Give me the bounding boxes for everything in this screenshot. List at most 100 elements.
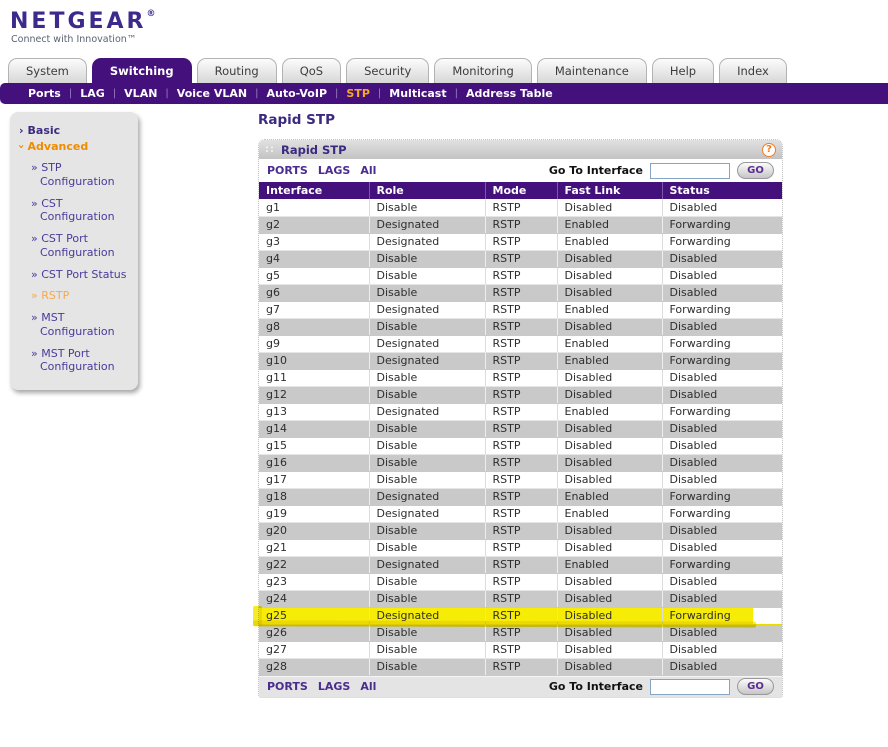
subnav-separator-icon: | <box>112 88 117 99</box>
sidebar-section-basic[interactable]: › Basic <box>19 124 134 137</box>
subnav-item-multicast[interactable]: Multicast <box>389 87 446 100</box>
tab-index[interactable]: Index <box>719 58 787 83</box>
cell-role: Designated <box>369 556 486 574</box>
sidebar-item-mst-port-configuration[interactable]: » MST Port Configuration <box>31 347 134 375</box>
cell-mode: RSTP <box>485 216 558 234</box>
subnav-item-ports[interactable]: Ports <box>28 87 61 100</box>
subnav-item-voice-vlan[interactable]: Voice VLAN <box>177 87 247 100</box>
logo-text: NETGEAR <box>10 9 147 34</box>
table-row: g21 Disable RSTP Disabled Disabled <box>259 539 782 557</box>
table-row: g3 Designated RSTP Enabled Forwarding <box>259 233 782 251</box>
cell-mode: RSTP <box>485 352 558 370</box>
link-ports[interactable]: PORTS <box>267 680 308 693</box>
cell-role: Disable <box>369 420 486 438</box>
cell-interface: g10 <box>259 352 370 370</box>
cell-role: Disable <box>369 573 486 591</box>
tab-system[interactable]: System <box>8 58 87 83</box>
cell-role: Designated <box>369 403 486 421</box>
cell-role: Disable <box>369 624 486 642</box>
sidebar-item-rstp[interactable]: » RSTP <box>31 289 134 303</box>
cell-interface: g20 <box>259 522 370 540</box>
cell-fast-link: Disabled <box>557 539 663 557</box>
grip-icon: :: <box>265 144 275 155</box>
goto-interface-input[interactable] <box>650 678 730 695</box>
column-header-status: Status <box>662 182 782 199</box>
goto-interface-group: Go To Interface GO <box>549 678 774 695</box>
panel-header: :: Rapid STP ? <box>259 140 782 159</box>
cell-mode: RSTP <box>485 624 558 642</box>
cell-fast-link: Disabled <box>557 437 663 455</box>
table-row: g6 Disable RSTP Disabled Disabled <box>259 284 782 302</box>
cell-mode: RSTP <box>485 233 558 251</box>
cell-status: Disabled <box>662 420 782 438</box>
cell-role: Designated <box>369 352 486 370</box>
cell-interface: g16 <box>259 454 370 472</box>
cell-fast-link: Disabled <box>557 658 663 676</box>
column-header-fast-link: Fast Link <box>557 182 663 199</box>
cell-fast-link: Enabled <box>557 352 663 370</box>
table-row: g10 Designated RSTP Enabled Forwarding <box>259 352 782 370</box>
cell-interface: g2 <box>259 216 370 234</box>
table-row: g17 Disable RSTP Disabled Disabled <box>259 471 782 489</box>
cell-interface: g6 <box>259 284 370 302</box>
tab-switching[interactable]: Switching <box>91 58 192 83</box>
cell-mode: RSTP <box>485 658 558 676</box>
link-lags[interactable]: LAGS <box>318 680 350 693</box>
subnav-item-vlan[interactable]: VLAN <box>124 87 157 100</box>
go-button[interactable]: GO <box>737 678 774 695</box>
cell-fast-link: Disabled <box>557 573 663 591</box>
cell-fast-link: Enabled <box>557 301 663 319</box>
sidebar-section-advanced[interactable]: ›Advanced <box>15 140 134 153</box>
sidebar-item-cst-configuration[interactable]: » CST Configuration <box>31 197 134 225</box>
help-icon[interactable]: ? <box>762 142 776 157</box>
goto-interface-label: Go To Interface <box>548 680 643 693</box>
cell-fast-link: Disabled <box>557 386 663 404</box>
table-row: g18 Designated RSTP Enabled Forwarding <box>259 488 782 506</box>
link-all[interactable]: All <box>360 680 376 693</box>
cell-status: Forwarding <box>662 505 782 523</box>
cell-mode: RSTP <box>485 522 558 540</box>
goto-interface-input[interactable] <box>650 162 730 179</box>
table-row: g14 Disable RSTP Disabled Disabled <box>259 420 782 438</box>
cell-mode: RSTP <box>485 437 558 455</box>
cell-fast-link: Disabled <box>557 454 663 472</box>
table-row: g5 Disable RSTP Disabled Disabled <box>259 267 782 285</box>
link-all[interactable]: All <box>360 164 376 177</box>
link-ports[interactable]: PORTS <box>267 164 308 177</box>
table-row: g11 Disable RSTP Disabled Disabled <box>259 369 782 387</box>
sidebar-section-label: Advanced <box>27 140 89 153</box>
tab-security[interactable]: Security <box>346 58 430 83</box>
cell-interface: g1 <box>259 199 370 217</box>
subnav-item-auto-voip[interactable]: Auto-VoIP <box>266 87 327 100</box>
cell-status: Disabled <box>662 539 782 557</box>
cell-interface: g11 <box>259 369 370 387</box>
table-row: g28 Disable RSTP Disabled Disabled <box>259 658 782 676</box>
cell-interface: g13 <box>259 403 370 421</box>
tab-qos[interactable]: QoS <box>281 58 342 83</box>
subnav-item-stp[interactable]: STP <box>346 87 370 100</box>
cell-status: Forwarding <box>662 556 782 574</box>
tab-routing[interactable]: Routing <box>196 58 277 83</box>
subnav-item-lag[interactable]: LAG <box>80 87 105 100</box>
rstp-table: Interface Role Mode Fast Link Status g1 Disab… <box>259 182 782 676</box>
cell-mode: RSTP <box>485 556 558 574</box>
sidebar-item-cst-port-status[interactable]: » CST Port Status <box>31 268 134 282</box>
cell-role: Disable <box>369 369 486 387</box>
sidebar-item-cst-port-configuration[interactable]: » CST Port Configuration <box>31 232 134 260</box>
cell-role: Disable <box>369 539 486 557</box>
link-lags[interactable]: LAGS <box>318 164 350 177</box>
cell-status: Forwarding <box>662 352 782 370</box>
table-row: g16 Disable RSTP Disabled Disabled <box>259 454 782 472</box>
go-button[interactable]: GO <box>737 162 774 179</box>
cell-status: Forwarding <box>662 403 782 421</box>
tab-monitoring[interactable]: Monitoring <box>434 58 532 83</box>
tab-help[interactable]: Help <box>651 58 715 83</box>
cell-interface: g17 <box>259 471 370 489</box>
sidebar-item-stp-configuration[interactable]: » STP Configuration <box>31 161 134 189</box>
subnav-item-address-table[interactable]: Address Table <box>466 87 553 100</box>
cell-interface: g4 <box>259 250 370 268</box>
cell-status: Disabled <box>662 267 782 285</box>
sidebar-item-mst-configuration[interactable]: » MST Configuration <box>31 311 134 339</box>
cell-fast-link: Disabled <box>557 471 663 489</box>
tab-maintenance[interactable]: Maintenance <box>536 58 647 83</box>
